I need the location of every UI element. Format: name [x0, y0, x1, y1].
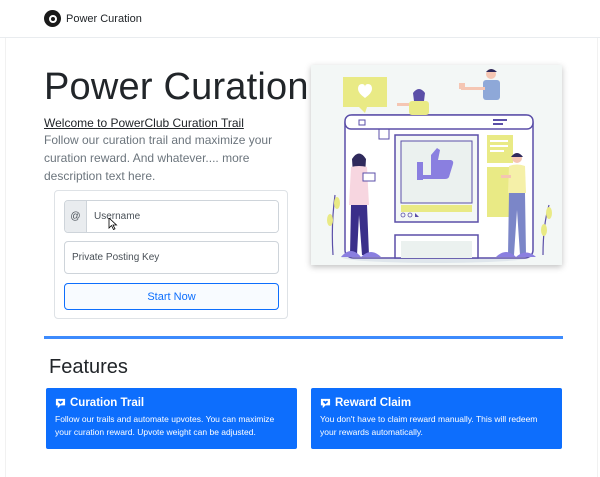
start-now-button[interactable]: Start Now: [64, 283, 279, 310]
hero-illustration: [311, 65, 562, 265]
heart-comment-icon: [55, 398, 66, 408]
feature-card-curation-trail: Curation Trail Follow our trails and aut…: [46, 388, 297, 449]
private-posting-key-input[interactable]: [64, 241, 279, 274]
login-card: @ Start Now: [54, 190, 288, 319]
feature-description: Follow our trails and automate upvotes. …: [55, 414, 275, 437]
top-navbar: Power Curation: [0, 0, 600, 38]
heart-comment-icon: [320, 398, 331, 408]
features-heading: Features: [49, 356, 128, 378]
welcome-link[interactable]: Welcome to PowerClub Curation Trail: [44, 116, 244, 130]
text-cursor-icon: [108, 218, 118, 230]
page-title: Power Curation: [44, 66, 309, 108]
brand-link[interactable]: Power Curation: [44, 10, 142, 27]
feature-card-reward-claim: Reward Claim You don't have to claim rew…: [311, 388, 562, 449]
brand-logo-icon: [44, 10, 61, 27]
lead-text: Follow our curation trail and maximize y…: [44, 133, 273, 183]
feature-description: You don't have to claim reward manually.…: [320, 414, 538, 437]
brand-name: Power Curation: [66, 12, 142, 25]
feature-title: Curation Trail: [70, 397, 145, 409]
username-input-group: @: [64, 200, 279, 233]
at-sign-addon: @: [65, 201, 87, 232]
feature-title: Reward Claim: [335, 397, 412, 409]
section-divider: [44, 336, 563, 339]
